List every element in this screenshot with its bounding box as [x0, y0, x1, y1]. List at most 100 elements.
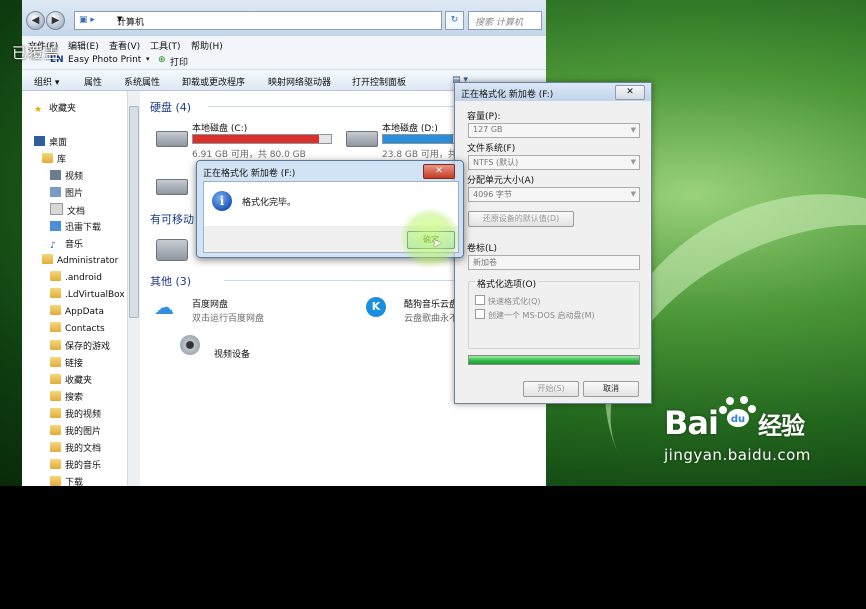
allocation-select[interactable]: 4096 字节 ▼ [468, 187, 640, 202]
properties-button[interactable]: 属性 [84, 75, 102, 88]
drive-d-name[interactable]: 本地磁盘 (D:) [382, 121, 438, 134]
folder-icon [50, 442, 61, 452]
drive-c-name[interactable]: 本地磁盘 (C:) [192, 121, 247, 134]
capacity-select[interactable]: 127 GB ▼ [468, 123, 640, 138]
cancel-button[interactable]: 取消 [583, 381, 639, 397]
drive-c-usage-bar [192, 134, 332, 144]
webcam-name[interactable]: 视频设备 [214, 347, 250, 360]
nav-item-saved-games[interactable]: 保存的游戏 [50, 339, 110, 355]
folder-icon [50, 305, 61, 315]
nav-item-library[interactable]: 库 [42, 152, 66, 168]
drive-d-usage-fill [383, 135, 453, 143]
drive-c-usage-fill [193, 135, 320, 143]
folder-icon [50, 425, 61, 435]
nav-item-favorites[interactable]: ★ 收藏夹 [34, 101, 76, 117]
group-divider [208, 106, 468, 107]
nav-item-user-favorites[interactable]: 收藏夹 [50, 373, 92, 389]
menu-help[interactable]: 帮助(H) [191, 39, 223, 52]
back-button[interactable]: ◀ [26, 11, 45, 30]
menu-tools[interactable]: 工具(T) [150, 39, 181, 52]
video-icon [50, 170, 61, 180]
nav-item-my-music[interactable]: 我的音乐 [50, 458, 101, 474]
overlay-caption: 已覆盖 [12, 44, 61, 62]
search-input[interactable]: 搜索 计算机 [468, 11, 542, 30]
easy-photo-toolbar: EN Easy Photo Print ▾ ⊕ 打印 [22, 52, 546, 70]
print-icon: ⊕ [158, 55, 166, 65]
format-dialog-title: 正在格式化 新加卷 (F:) [461, 90, 554, 100]
info-icon: i [212, 191, 232, 211]
group-hard-disks[interactable]: 硬盘 (4) [150, 99, 191, 115]
format-dialog-body: 容量(P): 127 GB ▼ 文件系统(F) NTFS (默认) ▼ 分配单元大小… [461, 105, 645, 399]
allocation-label: 分配单元大小(A) [467, 176, 535, 186]
nav-item-documents[interactable]: 文档 [50, 203, 85, 219]
chevron-down-icon: ▼ [630, 190, 636, 198]
drive-d-free: 23.8 GB 可用，共 7 [382, 150, 466, 160]
nav-item-video[interactable]: 视频 [50, 169, 83, 185]
picture-icon [50, 187, 61, 197]
drive-d-icon [346, 131, 378, 147]
system-properties-button[interactable]: 系统属性 [124, 75, 160, 88]
format-complete-message: 格式化完毕。 [242, 198, 297, 208]
open-control-panel-button[interactable]: 打开控制面板 [352, 75, 406, 88]
folder-icon [50, 322, 61, 332]
menu-edit[interactable]: 编辑(E) [68, 39, 99, 52]
uninstall-program-button[interactable]: 卸载或更改程序 [182, 75, 245, 88]
folder-icon [50, 340, 61, 350]
baidu-netdisk-desc: 双击运行百度网盘 [192, 314, 265, 324]
quick-format-checkbox[interactable]: 快速格式化(Q) [475, 295, 541, 307]
start-button[interactable]: 开始(S) [523, 381, 579, 397]
nav-item-music[interactable]: ♪ 音乐 [50, 237, 83, 253]
format-progress-bar [468, 355, 640, 365]
svg-text:du: du [731, 414, 745, 425]
group-other[interactable]: 其他 (3) [150, 273, 191, 289]
address-bar[interactable]: ▣ ▸ 计算机 ▼ [74, 11, 442, 30]
baidu-netdisk-name[interactable]: 百度网盘 [192, 297, 228, 310]
drive-c-icon [156, 131, 188, 147]
chevron-down-icon[interactable]: ▼ [117, 15, 437, 23]
close-icon[interactable]: ✕ [423, 164, 455, 179]
nav-item-pictures[interactable]: 图片 [50, 186, 83, 202]
chevron-down-icon[interactable]: ▾ [146, 55, 150, 63]
star-icon: ★ [34, 105, 43, 115]
document-icon [50, 203, 63, 215]
chevron-down-icon: ▼ [630, 126, 636, 134]
kugou-name[interactable]: 酷狗音乐云盘 [404, 297, 458, 310]
nav-item-links[interactable]: 链接 [50, 356, 83, 372]
menu-view[interactable]: 查看(V) [109, 39, 140, 52]
nav-item-contacts[interactable]: Contacts [50, 322, 105, 338]
nav-item-ldvirtualbox[interactable]: .LdVirtualBox [50, 288, 125, 304]
nav-item-desktop[interactable]: 桌面 [34, 135, 67, 151]
drive-hidden-icon [156, 179, 188, 195]
capacity-label: 容量(P): [467, 112, 501, 122]
close-icon[interactable]: ✕ [615, 85, 645, 100]
nav-item-thunder-downloads[interactable]: 迅雷下载 [50, 220, 101, 236]
refresh-button[interactable]: ↻ [445, 11, 464, 30]
nav-item-android[interactable]: .android [50, 271, 102, 287]
download-icon [50, 221, 61, 231]
nav-item-my-videos[interactable]: 我的视频 [50, 407, 101, 423]
nav-item-administrator[interactable]: Administrator [42, 254, 118, 270]
volume-label-input[interactable]: 新加卷 [468, 255, 640, 270]
format-progress-fill [469, 356, 639, 364]
restore-defaults-button[interactable]: 还原设备的默认值(D) [468, 211, 574, 227]
baidu-paw-icon: du [719, 396, 756, 427]
folder-icon [50, 288, 61, 298]
watermark-url: jingyan.baidu.com [664, 446, 811, 464]
nav-item-appdata[interactable]: AppData [50, 305, 104, 321]
map-network-drive-button[interactable]: 映射网络驱动器 [268, 75, 331, 88]
forward-button[interactable]: ▶ [46, 11, 65, 30]
msdos-disk-checkbox[interactable]: 创建一个 MS-DOS 启动盘(M) [475, 309, 595, 321]
folder-icon [50, 408, 61, 418]
group-removable[interactable]: 有可移动 [150, 211, 194, 227]
nav-item-my-documents[interactable]: 我的文档 [50, 441, 101, 457]
nav-item-searches[interactable]: 搜索 [50, 390, 83, 406]
filesystem-select[interactable]: NTFS (默认) ▼ [468, 155, 640, 170]
nav-item-my-pictures[interactable]: 我的图片 [50, 424, 101, 440]
click-highlight [400, 208, 460, 268]
nav-item-downloads[interactable]: 下载 [50, 475, 83, 491]
easy-photo-print-button[interactable]: Easy Photo Print [68, 55, 141, 65]
nav-scrollbar-thumb[interactable] [129, 106, 139, 318]
format-dialog: 正在格式化 新加卷 (F:) ✕ 容量(P): 127 GB ▼ 文件系统(F) … [454, 82, 652, 404]
organize-button[interactable]: 组织 ▾ [34, 75, 59, 88]
print-button[interactable]: 打印 [170, 55, 188, 68]
